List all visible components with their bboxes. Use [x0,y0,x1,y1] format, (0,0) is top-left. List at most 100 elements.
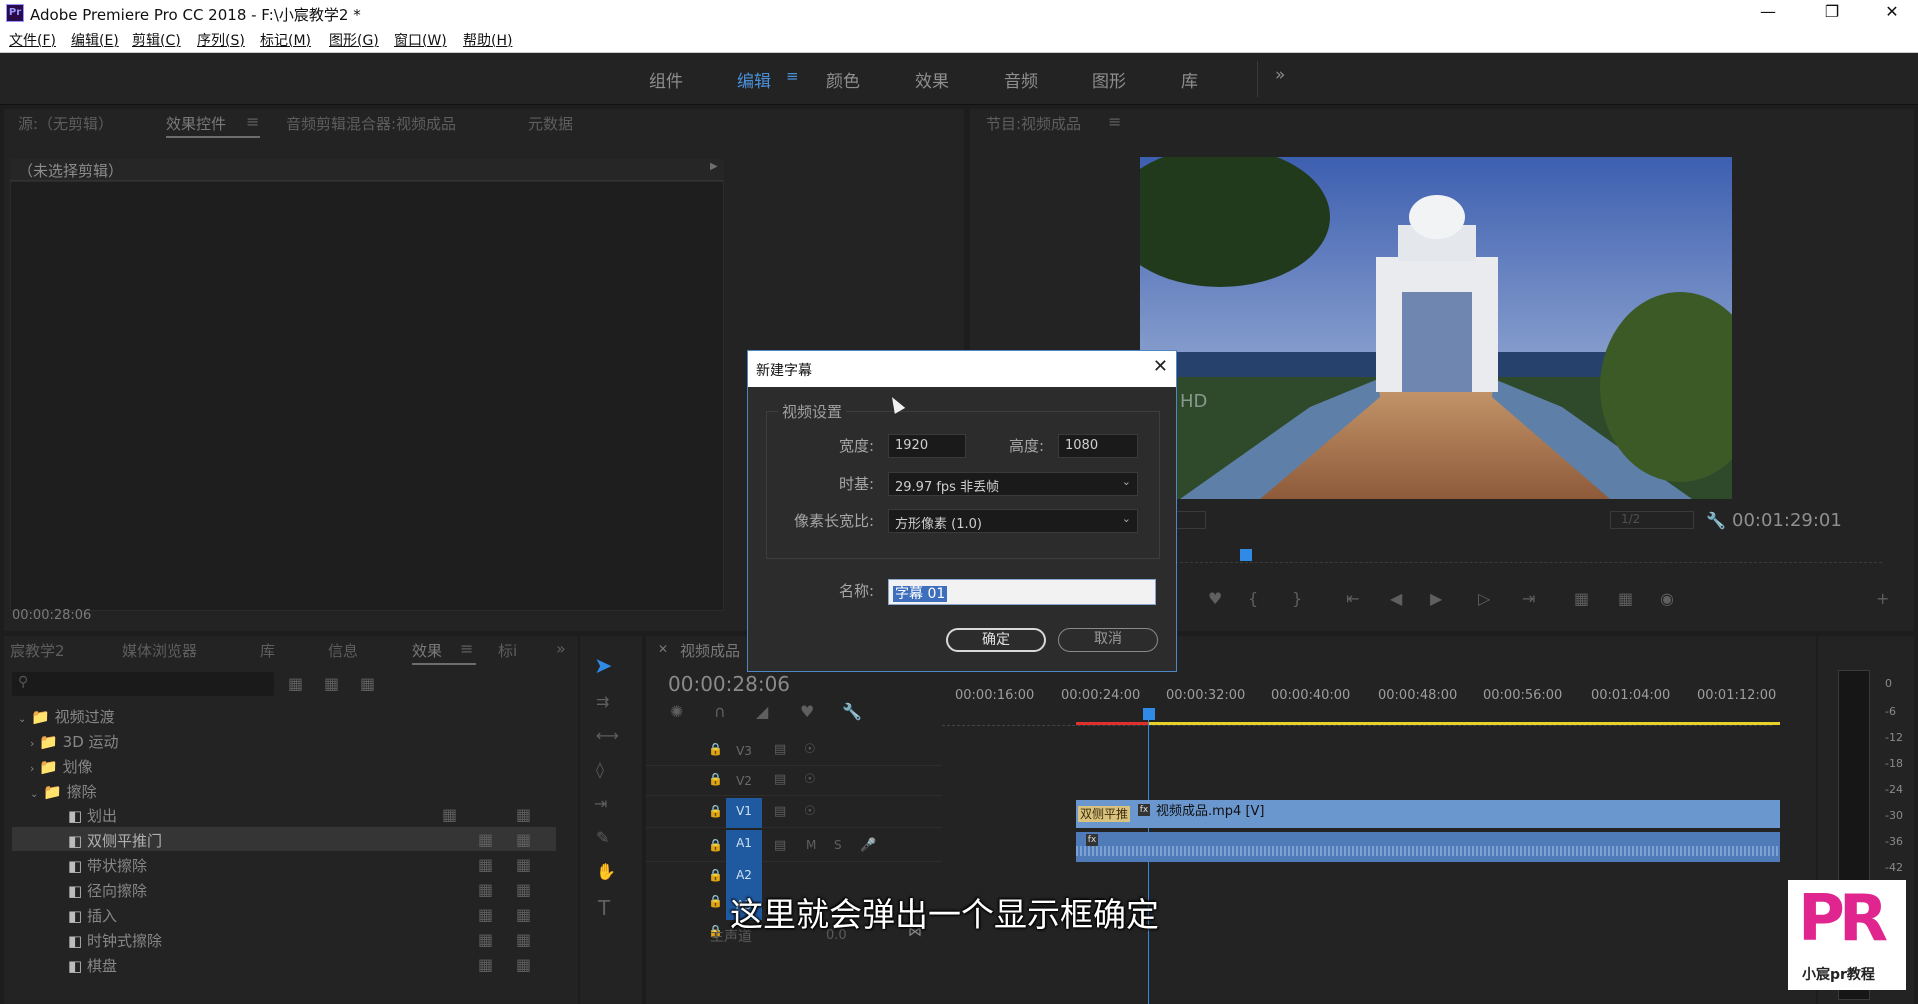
eye-icon[interactable]: ☉ [804,772,816,787]
height-field[interactable]: 1080 [1058,434,1138,458]
toggle-sync-icon[interactable]: ▤ [774,804,786,819]
tab-project[interactable]: 宸教学2 [10,640,65,661]
microphone-icon[interactable]: 🎤 [860,838,876,853]
slip-tool-icon[interactable]: ⇥ [594,794,607,813]
type-tool-icon[interactable]: T [598,896,610,920]
nest-icon[interactable]: ✺ [670,702,683,721]
track-select-tool-icon[interactable]: ⇉ [596,692,609,711]
lock-icon[interactable]: 🔒 [708,742,723,756]
lock-icon[interactable]: 🔒 [708,894,723,908]
mark-out-icon[interactable]: } [1292,589,1302,608]
menu-clip[interactable]: 剪辑(C) [132,30,181,50]
track-label-a1[interactable]: A1 [726,830,762,862]
tree-folder-wipe[interactable]: ⌄ 📁 擦除 [30,781,97,802]
workspace-libraries[interactable]: 库 [1181,67,1198,92]
track-label-v1[interactable]: V1 [726,798,762,828]
step-back-icon[interactable]: ◀ [1390,589,1402,608]
lock-icon[interactable]: 🔒 [708,772,723,786]
workspace-overflow-icon[interactable]: » [1275,65,1285,85]
tab-effect-controls[interactable]: 效果控件 [166,113,226,134]
dialog-close-icon[interactable]: ✕ [1153,356,1168,377]
tab-libraries[interactable]: 库 [260,640,275,661]
tree-item-wipe-out[interactable]: ◧ 划出 [68,805,117,826]
panel-menu-icon[interactable]: ≡ [460,639,473,658]
mute-icon[interactable]: M [806,838,816,852]
video-clip[interactable]: 双侧平推 fx 视频成品.mp4 [V] [1076,800,1780,828]
step-forward-icon[interactable]: ▷ [1478,589,1490,608]
accelerated-effects-icon[interactable]: ▦ [288,674,303,693]
lock-icon[interactable]: 🔒 [708,838,723,852]
go-to-in-icon[interactable]: ⇤ [1346,589,1359,608]
resolution-select[interactable]: 1/2 [1610,511,1694,529]
cancel-button[interactable]: 取消 [1058,628,1158,652]
linked-selection-icon[interactable]: ◢ [756,702,768,721]
tab-program[interactable]: 节目:视频成品 [986,113,1081,134]
wrench-icon[interactable]: 🔧 [1706,511,1726,530]
close-icon[interactable]: ✕ [1872,2,1912,24]
add-marker-icon[interactable]: ♥ [800,702,814,721]
workspace-assembly[interactable]: 组件 [649,67,683,92]
32bit-effects-icon[interactable]: ▦ [324,674,339,693]
eye-icon[interactable]: ☉ [804,804,816,819]
toggle-sync-icon[interactable]: ▤ [774,742,786,757]
camera-icon[interactable]: ◉ [1660,589,1674,608]
track-label-v2[interactable]: V2 [726,768,762,794]
timebase-select[interactable]: 29.97 fps 非丢帧 ⌄ [888,472,1138,496]
panel-menu-icon[interactable]: ≡ [246,112,259,131]
tree-folder-3d-motion[interactable]: › 📁 3D 运动 [30,731,119,752]
panel-overflow-icon[interactable]: » [556,639,566,658]
ok-button[interactable]: 确定 [946,628,1046,652]
workspace-audio[interactable]: 音频 [1004,67,1038,92]
pixel-aspect-select[interactable]: 方形像素 (1.0) ⌄ [888,509,1138,533]
workspace-menu-icon[interactable]: ≡ [786,67,799,85]
toggle-sync-icon[interactable]: ▤ [774,838,786,853]
mark-in-icon[interactable]: { [1248,589,1258,608]
solo-icon[interactable]: S [834,838,842,852]
tab-metadata[interactable]: 元数据 [528,113,573,134]
extract-icon[interactable]: ▦ [1618,589,1633,608]
tab-timeline-sequence[interactable]: 视频成品 [680,640,740,661]
close-tab-icon[interactable]: ✕ [658,642,668,656]
tab-source[interactable]: 源:（无剪辑） [18,113,113,134]
toggle-sync-icon[interactable]: ▤ [774,772,786,787]
razor-tool-icon[interactable]: ◊ [596,760,604,779]
minimize-icon[interactable]: — [1748,2,1788,24]
lock-icon[interactable]: 🔒 [708,868,723,882]
hand-tool-icon[interactable]: ✋ [596,862,616,881]
width-field[interactable]: 1920 [888,434,966,458]
menu-marker[interactable]: 标记(M) [260,30,311,50]
yuv-effects-icon[interactable]: ▦ [360,674,375,693]
tree-folder-video-transitions[interactable]: ⌄ 📁 视频过渡 [18,706,115,727]
tree-folder-iris[interactable]: › 📁 划像 [30,756,93,777]
workspace-effects[interactable]: 效果 [915,67,949,92]
name-input[interactable]: 字幕 01 [888,579,1156,605]
menu-file[interactable]: 文件(F) [9,30,56,50]
tree-item-inset[interactable]: ◧ 插入 [68,905,117,926]
menu-graphics[interactable]: 图形(G) [329,30,379,50]
add-button-icon[interactable]: + [1876,589,1889,608]
effects-search-input[interactable]: ⚲ [12,672,274,696]
settings-wrench-icon[interactable]: 🔧 [842,702,862,721]
lock-icon[interactable]: 🔒 [708,804,723,818]
menu-window[interactable]: 窗口(W) [394,30,447,50]
menu-sequence[interactable]: 序列(S) [197,30,245,50]
transition-clip[interactable]: 双侧平推 [1078,806,1131,822]
tree-item-band-wipe[interactable]: ◧ 带状擦除 [68,855,147,876]
restore-icon[interactable]: ❐ [1812,2,1852,24]
tree-item-radial-wipe[interactable]: ◧ 径向擦除 [68,880,147,901]
tab-effects[interactable]: 效果 [412,640,442,661]
go-to-out-icon[interactable]: ⇥ [1522,589,1535,608]
tab-media-browser[interactable]: 媒体浏览器 [122,640,197,661]
workspace-color[interactable]: 颜色 [826,67,860,92]
audio-clip[interactable]: fx [1076,832,1780,862]
tree-item-barn-doors[interactable]: ◧ 双侧平推门 [68,830,162,851]
ripple-edit-tool-icon[interactable]: ⟷ [596,726,619,745]
program-playhead[interactable] [1240,549,1252,561]
workspace-graphics[interactable]: 图形 [1092,67,1126,92]
menu-edit[interactable]: 编辑(E) [71,30,119,50]
pen-tool-icon[interactable]: ✎ [596,828,609,847]
timeline-playhead-handle[interactable] [1143,708,1155,720]
menu-help[interactable]: 帮助(H) [463,30,512,50]
panel-menu-icon[interactable]: ≡ [1108,112,1121,131]
lift-icon[interactable]: ▦ [1574,589,1589,608]
